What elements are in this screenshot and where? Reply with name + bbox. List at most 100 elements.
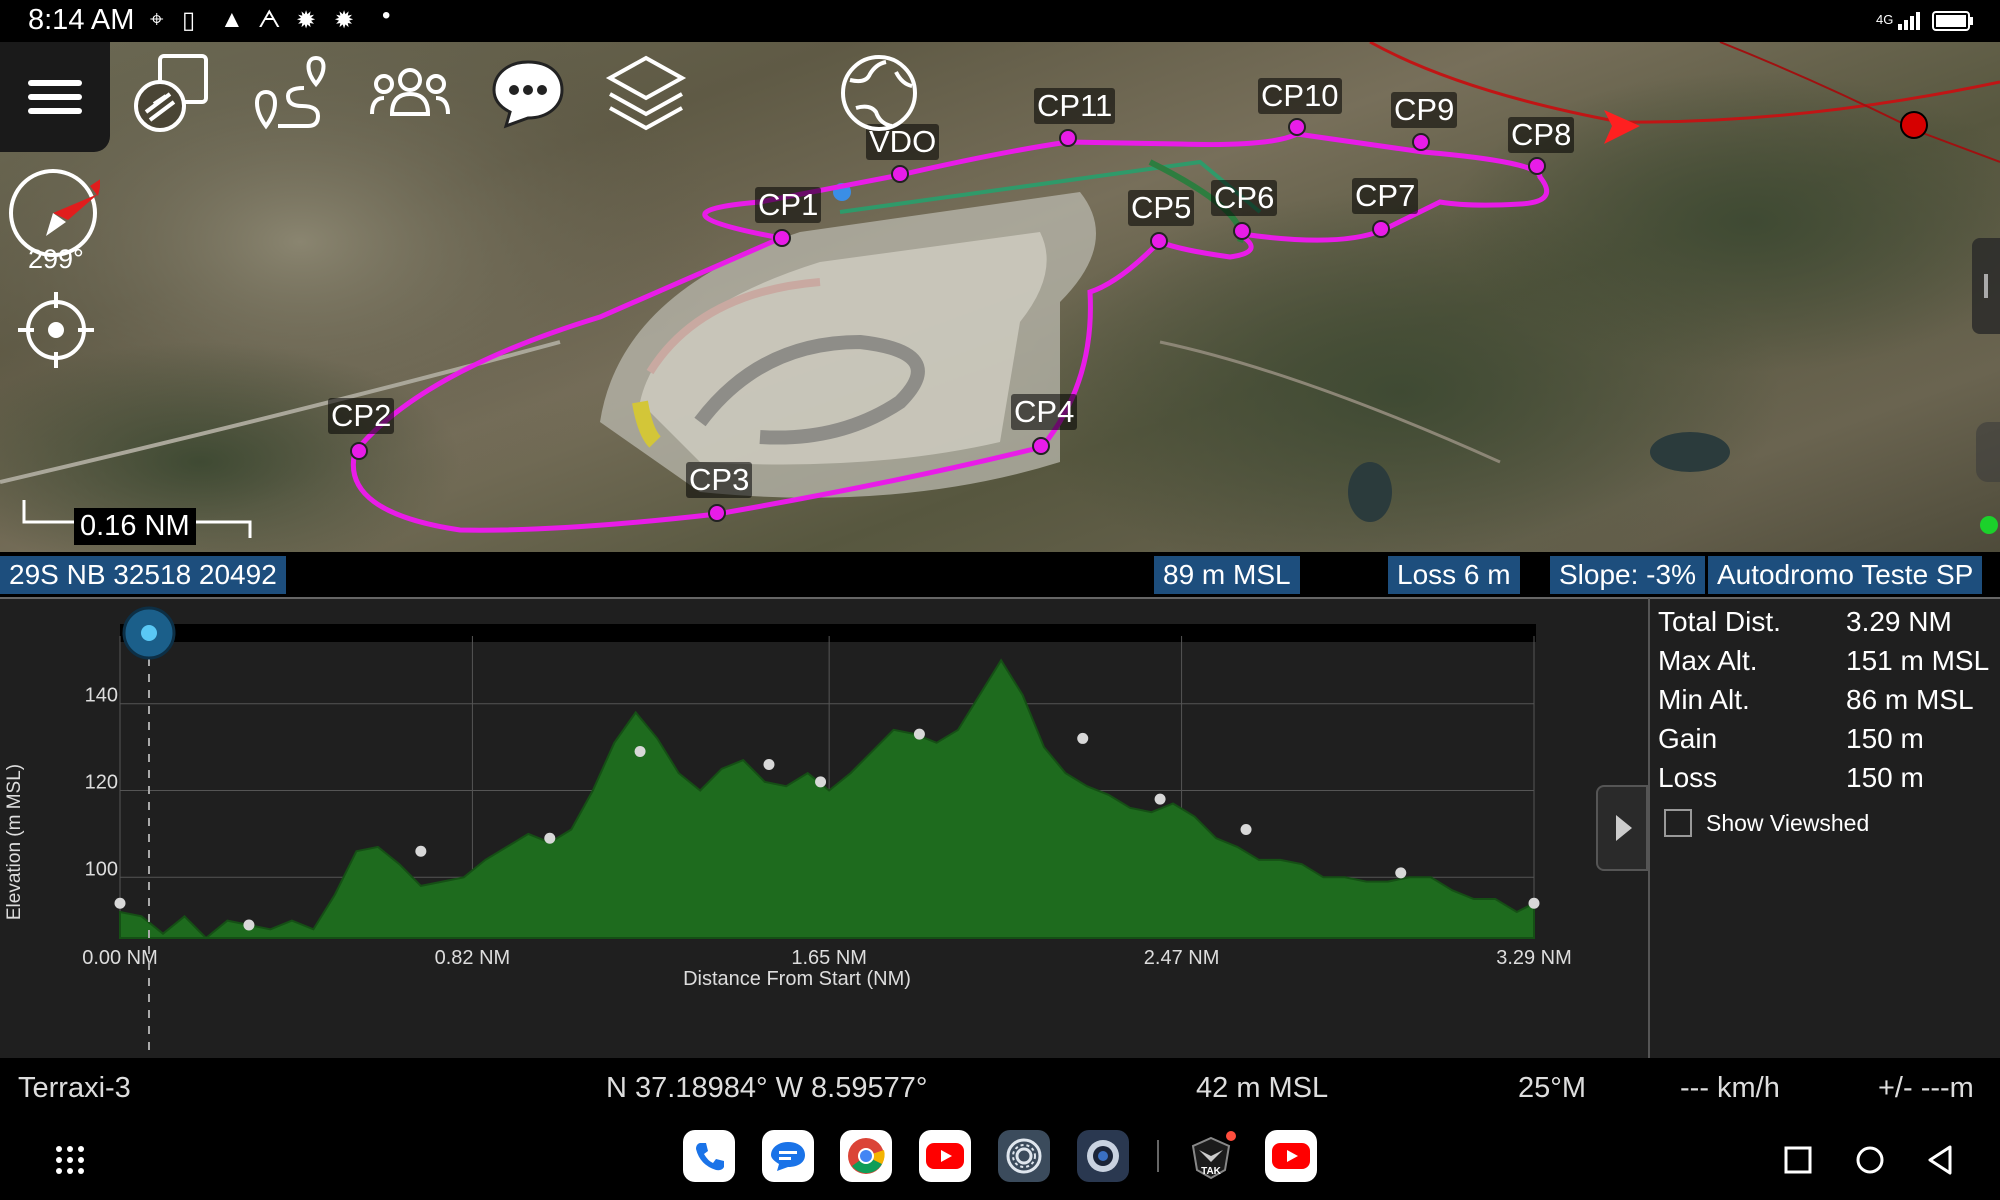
phone-app-button[interactable]	[683, 1130, 735, 1182]
chart-scrubber-track[interactable]	[120, 624, 1536, 642]
x-axis-label: Distance From Start (NM)	[683, 968, 911, 990]
checkpoint-cp8-label[interactable]: CP8	[1508, 117, 1575, 153]
checkpoint-cp1-label[interactable]: CP1	[755, 187, 822, 223]
back-button[interactable]	[1922, 1142, 1958, 1178]
checkpoint-cp9-label[interactable]: CP9	[1391, 92, 1458, 128]
menu-button[interactable]	[0, 42, 110, 152]
contacts-button[interactable]	[370, 62, 450, 122]
checkpoint-cp1-marker[interactable]	[773, 229, 791, 247]
atak-app-button[interactable]: TAK	[1185, 1130, 1237, 1182]
chrome-app-icon	[848, 1138, 885, 1174]
waypoint-marker[interactable]	[913, 728, 925, 740]
checkpoint-vdo-marker[interactable]	[891, 165, 909, 183]
mgrs-coordinate[interactable]: 29S NB 32518 20492	[0, 556, 286, 594]
checkpoint-cp7-marker[interactable]	[1372, 220, 1390, 238]
waypoint-marker[interactable]	[1077, 732, 1089, 744]
network-type: 4G	[1876, 12, 1894, 27]
show-viewshed-label[interactable]: Show Viewshed	[1706, 810, 1869, 837]
more-notifications-icon: •	[382, 2, 391, 29]
checkpoint-cp2-marker[interactable]	[350, 442, 368, 460]
messages-app-button[interactable]	[762, 1130, 814, 1182]
waypoint-marker[interactable]	[1240, 824, 1252, 836]
waypoint-marker[interactable]	[815, 776, 827, 788]
cursor-slope: Slope: -3%	[1550, 556, 1705, 594]
checkpoint-cp11-label[interactable]: CP11	[1034, 88, 1116, 124]
waypoint-marker[interactable]	[243, 919, 255, 931]
contacts-icon	[370, 68, 450, 116]
route-icon	[255, 55, 326, 130]
layers-button[interactable]	[604, 52, 688, 136]
scale-label: 0.16 NM	[74, 508, 196, 545]
waypoint-marker[interactable]	[1395, 867, 1407, 879]
home-button[interactable]	[1852, 1142, 1888, 1178]
gps-locate-button[interactable]	[14, 288, 98, 372]
battery-icon	[1932, 11, 1973, 31]
drawing-tools-button[interactable]	[130, 50, 214, 134]
stat-label-total-dist: Total Dist.	[1658, 606, 1781, 637]
checkpoint-cp4-marker[interactable]	[1032, 437, 1050, 455]
chart-scrubber-dot	[141, 625, 157, 641]
route-button[interactable]	[248, 52, 336, 134]
waypoint-marker[interactable]	[634, 745, 646, 757]
messages-app-icon	[771, 1142, 805, 1171]
chat-icon	[492, 60, 564, 129]
app-drawer-button[interactable]	[54, 1144, 86, 1176]
stat-label-min-alt: Min Alt.	[1658, 684, 1750, 715]
cursor-altitude: 89 m MSL	[1154, 556, 1300, 594]
waypoint-marker[interactable]	[1154, 793, 1166, 805]
signal-icon	[1898, 12, 1920, 30]
route-name[interactable]: Autodromo Teste SP	[1708, 556, 1983, 594]
svg-text:TAK: TAK	[1201, 1166, 1222, 1177]
show-viewshed-checkbox[interactable]	[1664, 809, 1692, 837]
checkpoint-cp3-marker[interactable]	[708, 504, 726, 522]
x-tick-label: 3.29 NM	[1496, 947, 1572, 969]
self-coordinates[interactable]: N 37.18984° W 8.59577°	[606, 1072, 927, 1105]
recents-button[interactable]	[1782, 1144, 1814, 1176]
stat-value-total-dist: 3.29 NM	[1846, 606, 1952, 637]
location-status-icon: ⌖	[150, 6, 164, 33]
checkpoint-cp9-marker[interactable]	[1412, 133, 1430, 151]
globe-button[interactable]	[836, 50, 922, 136]
checkpoint-cp2-label[interactable]: CP2	[328, 398, 395, 434]
elevation-profile-chart[interactable]: 0.00 NM 0.82 NM 1.65 NM 2.47 NM 3.29 NM 100 12…	[0, 598, 1600, 1058]
self-accuracy: +/- ---m	[1878, 1072, 1974, 1104]
youtube-app-button-2[interactable]	[1265, 1130, 1317, 1182]
chat-button[interactable]	[488, 56, 568, 130]
chrome-app-button[interactable]	[840, 1130, 892, 1182]
gps-locate-icon	[18, 292, 94, 368]
collapse-panel-button[interactable]	[1596, 785, 1648, 871]
checkpoint-cp3-label[interactable]: CP3	[686, 462, 753, 498]
app-status-icon: ᗅ	[258, 6, 281, 33]
checkpoint-cp5-marker[interactable]	[1150, 232, 1168, 250]
waypoint-marker[interactable]	[114, 897, 126, 909]
atak-app-icon: TAK	[1191, 1131, 1236, 1180]
checkpoint-cp10-label[interactable]: CP10	[1258, 78, 1342, 114]
stats-divider	[1648, 598, 1650, 1058]
waypoint-marker[interactable]	[763, 758, 775, 770]
heading-readout: 299°	[28, 244, 84, 274]
checkpoint-cp11-marker[interactable]	[1059, 129, 1077, 147]
stat-label-gain: Gain	[1658, 723, 1718, 754]
waypoint-marker[interactable]	[415, 845, 427, 857]
camera-app-button[interactable]	[1077, 1130, 1129, 1182]
waypoint-marker[interactable]	[544, 832, 556, 844]
checkpoint-cp7-label[interactable]: CP7	[1352, 178, 1419, 214]
layers-icon	[605, 55, 687, 131]
checkpoint-cp5-label[interactable]: CP5	[1128, 190, 1195, 226]
youtube-app-icon	[926, 1143, 964, 1169]
checkpoint-cp8-marker[interactable]	[1528, 157, 1546, 175]
drawing-tools-icon	[134, 54, 208, 132]
youtube-app-button[interactable]	[919, 1130, 971, 1182]
checkpoint-cp6-label[interactable]: CP6	[1211, 180, 1278, 216]
settings-app-button[interactable]	[998, 1130, 1050, 1182]
side-drawer-handle[interactable]	[1972, 238, 2000, 334]
checkpoint-cp6-marker[interactable]	[1233, 222, 1251, 240]
radial-menu-tab[interactable]	[1976, 422, 2000, 482]
stat-value-loss: 150 m	[1846, 762, 1924, 793]
checkpoint-cp10-marker[interactable]	[1288, 118, 1306, 136]
chevron-right-icon	[1616, 815, 1632, 841]
checkpoint-cp4-label[interactable]: CP4	[1011, 394, 1078, 430]
hostile-marker-icon[interactable]	[1900, 111, 1928, 139]
waypoint-marker[interactable]	[1528, 897, 1540, 909]
callsign[interactable]: Terraxi-3	[18, 1072, 131, 1105]
